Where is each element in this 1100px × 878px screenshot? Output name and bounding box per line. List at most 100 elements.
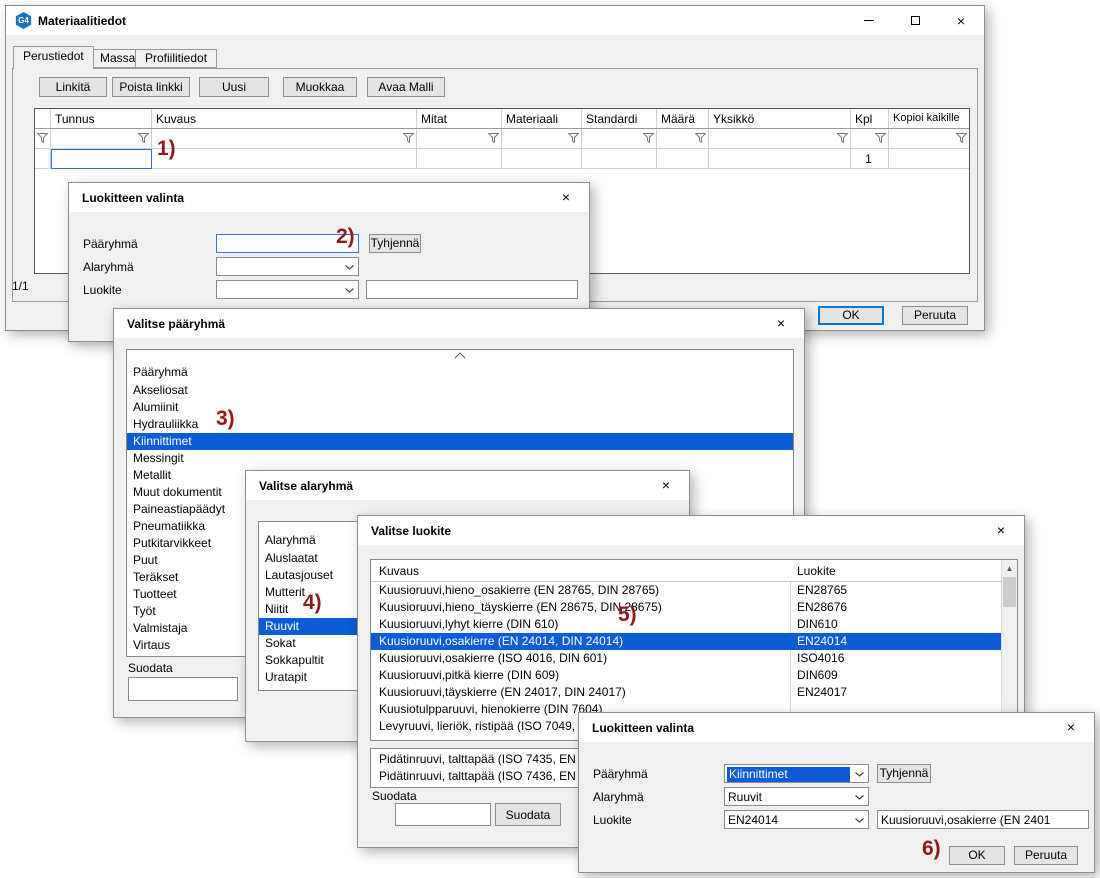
filter-icon[interactable] [37, 133, 48, 143]
row-selector-cell[interactable] [35, 149, 51, 168]
kpl-cell[interactable]: 1 [851, 149, 889, 168]
main-titlebar[interactable]: G4 Materiaalitiedot × [6, 6, 984, 35]
filter-icon[interactable] [837, 133, 848, 143]
luokite-combobox[interactable] [216, 280, 359, 299]
scrollbar-thumb[interactable] [1003, 577, 1016, 607]
annotation-step-4: 4) [303, 592, 322, 613]
chevron-down-icon[interactable] [855, 818, 864, 823]
alaryhma-combobox[interactable] [216, 257, 359, 276]
dialog-titlebar[interactable]: Valitse pääryhmä × [114, 309, 804, 338]
window-controls: × [846, 6, 984, 35]
annotation-step-1: 1) [157, 138, 176, 159]
table-row[interactable]: Kuusioruuvi,täyskierre (EN 24017, DIN 24… [371, 684, 1001, 701]
col-kpl[interactable]: Kpl [851, 109, 889, 128]
table-row[interactable]: Kuusioruuvi,osakierre (ISO 4016, DIN 601… [371, 650, 1001, 667]
close-button[interactable]: × [978, 516, 1024, 544]
remove-link-button[interactable]: Poista linkki [112, 77, 190, 97]
col-kopioi-kaikille[interactable]: Kopioi kaikille [889, 109, 969, 128]
filter-icon[interactable] [875, 133, 886, 143]
cancel-button[interactable]: Peruuta [1014, 846, 1078, 865]
link-button[interactable]: Linkitä [39, 77, 107, 97]
ok-button[interactable]: OK [949, 846, 1005, 865]
table-row[interactable]: Kuusioruuvi,hieno_osakierre (EN 28765, D… [371, 582, 1001, 599]
col-maara[interactable]: Määrä [657, 109, 709, 128]
edit-button[interactable]: Muokkaa [283, 77, 357, 97]
filter-icon[interactable] [138, 133, 149, 143]
filter-input[interactable] [128, 677, 238, 701]
list-item-selected[interactable]: Kiinnittimet [127, 433, 793, 450]
clear-button[interactable]: Tyhjennä [877, 764, 931, 783]
minimize-icon [864, 20, 874, 21]
dialog-titlebar[interactable]: Luokitteen valinta × [579, 713, 1094, 742]
dialog-titlebar[interactable]: Valitse alaryhmä × [246, 471, 689, 500]
ok-button[interactable]: OK [818, 306, 884, 325]
new-button[interactable]: Uusi [199, 77, 269, 97]
alaryhma-combobox[interactable]: Ruuvit [724, 787, 869, 806]
list-item[interactable]: Messingit [127, 450, 793, 467]
filter-cell-kpl [851, 129, 889, 148]
col-materiaali[interactable]: Materiaali [502, 109, 582, 128]
luokite-combobox[interactable]: EN24014 [724, 810, 869, 829]
standardi-cell[interactable] [582, 149, 657, 168]
dialog-titlebar[interactable]: Luokitteen valinta × [69, 183, 589, 212]
col-yksikko[interactable]: Yksikkö [709, 109, 851, 128]
col-kuvaus[interactable]: Kuvaus [379, 564, 419, 578]
col-luokite[interactable]: Luokite [797, 564, 836, 578]
filter-icon[interactable] [643, 133, 654, 143]
filter-input[interactable] [395, 803, 491, 826]
chevron-down-icon[interactable] [855, 772, 864, 777]
filter-icon[interactable] [695, 133, 706, 143]
app-logo-icon: G4 [15, 12, 32, 29]
col-tunnus[interactable]: Tunnus [51, 109, 152, 128]
cancel-button[interactable]: Peruuta [902, 306, 968, 325]
clear-button[interactable]: Tyhjennä [369, 234, 421, 253]
close-button[interactable]: × [543, 183, 589, 211]
yksikko-cell[interactable] [709, 149, 851, 168]
paaryhma-combobox[interactable]: Kiinnittimet [724, 764, 869, 783]
kuvaus-cell: Kuusioruuvi,osakierre (ISO 4016, DIN 601… [371, 650, 790, 667]
luokite-cell: EN24014 [790, 633, 847, 650]
luokite-desc-field[interactable] [366, 280, 578, 299]
filter-icon[interactable] [568, 133, 579, 143]
col-kuvaus[interactable]: Kuvaus [152, 109, 417, 128]
scroll-up-icon[interactable]: ▲ [1002, 560, 1017, 576]
close-button[interactable]: × [758, 309, 804, 337]
filter-icon[interactable] [956, 133, 967, 143]
list-item[interactable]: Akseliosat [127, 382, 793, 399]
table-row[interactable]: Kuusioruuvi,hieno_täyskierre (EN 28675, … [371, 599, 1001, 616]
dialog-title: Luokitteen valinta [592, 721, 694, 735]
paaryhma-label: Pääryhmä [83, 237, 138, 251]
kopioi-cell[interactable] [889, 149, 969, 168]
tunnus-input[interactable] [51, 149, 152, 169]
dialog-titlebar[interactable]: Valitse luokite × [358, 516, 1024, 545]
table-row-selected[interactable]: Kuusioruuvi,osakierre (EN 24014, DIN 240… [371, 633, 1001, 650]
table-row[interactable]: Kuusioruuvi,pitkä kierre (DIN 609)DIN609 [371, 667, 1001, 684]
kuvaus-cell[interactable] [152, 149, 417, 168]
luokite-cell: EN28676 [790, 599, 847, 616]
filter-icon[interactable] [403, 133, 414, 143]
combo-value: Ruuvit [728, 790, 850, 805]
open-template-button[interactable]: Avaa Malli [367, 77, 445, 97]
desktop: G4 Materiaalitiedot × Perustiedot Massa … [0, 0, 1100, 878]
mitat-cell[interactable] [417, 149, 502, 168]
chevron-down-icon[interactable] [345, 288, 354, 293]
luokite-desc-field[interactable] [877, 810, 1089, 829]
filter-icon[interactable] [488, 133, 499, 143]
table-row[interactable]: Kuusioruuvi,lyhyt kierre (DIN 610)DIN610 [371, 616, 1001, 633]
tab-perustiedot[interactable]: Perustiedot [13, 46, 94, 69]
maara-cell[interactable] [657, 149, 709, 168]
close-button[interactable]: × [938, 6, 984, 35]
kuvaus-cell: Kuusioruuvi,osakierre (EN 24014, DIN 240… [371, 633, 790, 650]
materiaali-cell[interactable] [502, 149, 582, 168]
col-mitat[interactable]: Mitat [417, 109, 502, 128]
maximize-button[interactable] [892, 6, 938, 35]
chevron-down-icon[interactable] [345, 265, 354, 270]
close-button[interactable]: × [643, 471, 689, 499]
col-standardi[interactable]: Standardi [582, 109, 657, 128]
filter-button[interactable]: Suodata [495, 803, 561, 826]
close-button[interactable]: × [1048, 713, 1094, 741]
minimize-button[interactable] [846, 6, 892, 35]
tab-profiilitiedot[interactable]: Profiilitiedot [135, 49, 217, 68]
chevron-down-icon[interactable] [855, 795, 864, 800]
scroll-up-icon[interactable] [454, 352, 466, 359]
